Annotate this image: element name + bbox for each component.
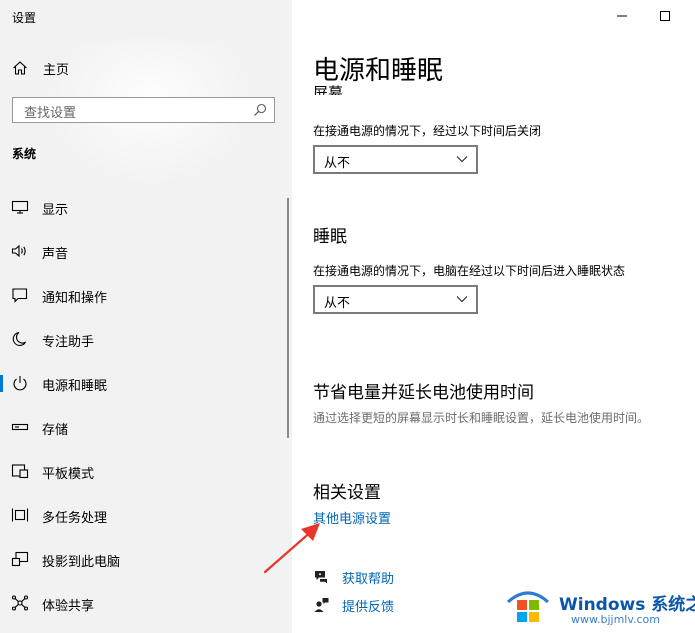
sidebar-item-label: 声音: [42, 247, 69, 262]
moon-icon: [12, 331, 26, 346]
sidebar-item-tablet-mode[interactable]: 平板模式: [0, 452, 288, 490]
chevron-down-icon: [456, 296, 468, 303]
get-help-link[interactable]: 获取帮助: [313, 567, 413, 589]
sidebar-item-label: 平板模式: [42, 467, 95, 482]
sidebar-item-label: 体验共享: [42, 599, 95, 614]
sidebar-item-label: 通知和操作: [42, 291, 108, 306]
home-icon: [13, 61, 27, 75]
screen-timeout-dropdown[interactable]: 从不: [313, 145, 478, 174]
sidebar-item-power-sleep[interactable]: 电源和睡眠: [0, 364, 288, 402]
multitask-icon: [11, 508, 29, 522]
sidebar-item-sound[interactable]: 声音: [0, 232, 288, 270]
sidebar-item-label: 多任务处理: [42, 511, 108, 526]
power-icon: [13, 376, 27, 391]
search-box[interactable]: 查找设置: [12, 97, 275, 123]
sidebar-item-label: 专注助手: [42, 335, 95, 350]
battery-description: 通过选择更短的屏幕显示时长和睡眠设置，延长电池使用时间。: [313, 411, 650, 425]
sidebar-item-label: 电源和睡眠: [42, 379, 108, 394]
sidebar-item-label: 投影到此电脑: [42, 555, 121, 570]
screen-timeout-value: 从不: [324, 156, 351, 171]
sidebar-item-notifications[interactable]: 通知和操作: [0, 276, 288, 314]
sidebar-scrollbar[interactable]: [287, 198, 289, 438]
screen-section-heading: 屏幕: [313, 82, 344, 96]
sidebar-home[interactable]: 主页: [0, 52, 292, 84]
sidebar-item-shared-experiences[interactable]: 体验共享: [0, 584, 288, 622]
share-icon: [11, 595, 29, 611]
sidebar: 设置 主页 查找设置 系统 显示 声音 通知和操作 专注助手 电源和睡眠 存储 …: [0, 0, 292, 633]
notification-icon: [12, 288, 28, 303]
windows-logo-icon: [506, 591, 550, 622]
maximize-icon[interactable]: [650, 4, 680, 28]
sleep-timeout-dropdown[interactable]: 从不: [313, 285, 478, 314]
related-settings-heading: 相关设置: [313, 483, 381, 503]
get-help-label: 获取帮助: [342, 572, 395, 587]
screen-heading-text: 屏幕: [313, 84, 344, 96]
sleep-section-heading: 睡眠: [313, 227, 347, 247]
watermark-title: Windows 系统之家: [559, 595, 695, 615]
storage-icon: [11, 423, 29, 431]
sidebar-item-project[interactable]: 投影到此电脑: [0, 540, 288, 578]
sidebar-home-label: 主页: [43, 63, 70, 78]
give-feedback-label: 提供反馈: [342, 600, 395, 615]
sidebar-item-focus-assist[interactable]: 专注助手: [0, 320, 288, 358]
sleep-timeout-description: 在接通电源的情况下，电脑在经过以下时间后进入睡眠状态: [313, 264, 626, 278]
sidebar-item-multitasking[interactable]: 多任务处理: [0, 496, 288, 534]
search-icon[interactable]: [252, 102, 268, 118]
sidebar-item-label: 显示: [42, 203, 69, 218]
screen-timeout-description: 在接通电源的情况下，经过以下时间后关闭: [313, 124, 542, 138]
give-feedback-link[interactable]: 提供反馈: [313, 595, 413, 617]
feedback-icon: [314, 598, 329, 612]
speaker-icon: [11, 244, 26, 258]
watermark: Windows 系统之家 www.bjjmlv.com: [505, 582, 695, 633]
sidebar-item-display[interactable]: 显示: [0, 188, 288, 226]
chevron-down-icon: [456, 156, 468, 163]
battery-section-heading: 节省电量并延长电池使用时间: [313, 383, 534, 403]
project-icon: [11, 551, 29, 567]
watermark-url: www.bjjmlv.com: [571, 613, 660, 626]
tablet-icon: [11, 464, 29, 479]
display-icon: [11, 200, 29, 214]
sidebar-item-storage[interactable]: 存储: [0, 408, 288, 446]
annotation-arrow: [263, 523, 320, 574]
minimize-icon[interactable]: [607, 4, 637, 28]
sidebar-section-title: 系统: [12, 147, 37, 161]
sleep-timeout-value: 从不: [324, 296, 351, 311]
sidebar-item-label: 存储: [42, 423, 69, 438]
search-input[interactable]: 查找设置: [24, 102, 76, 121]
window-title: 设置: [12, 11, 37, 25]
